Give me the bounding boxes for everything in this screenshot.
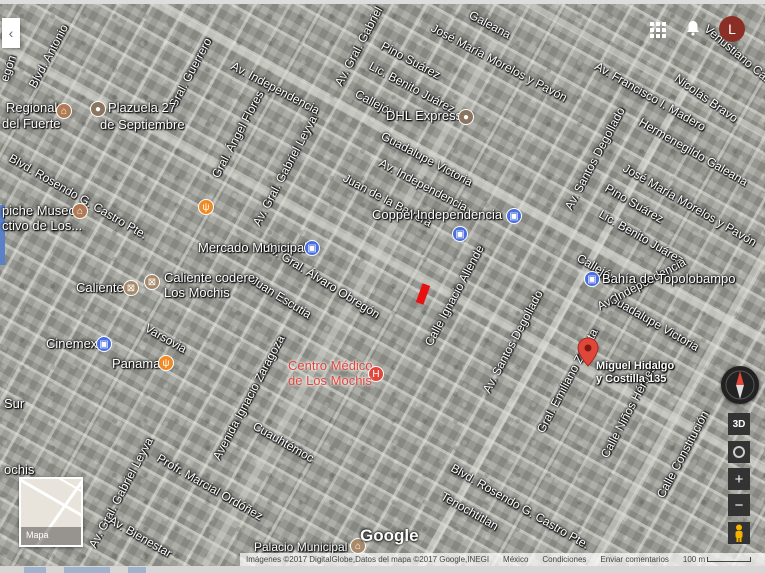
my-location-button[interactable]: [728, 441, 750, 463]
road: [0, 8, 765, 501]
notifications-bell-icon[interactable]: [686, 20, 700, 36]
zoom-out-button[interactable]: −: [728, 494, 750, 516]
place-label[interactable]: Palacio Municipal: [254, 540, 347, 554]
casino-icon[interactable]: ⊠: [144, 274, 160, 290]
place-label: de Los Mochis: [288, 373, 372, 388]
pegman-icon[interactable]: [728, 522, 750, 544]
shopping-icon[interactable]: ▣: [304, 240, 320, 256]
place-icon[interactable]: ●: [90, 101, 106, 117]
shopping-icon[interactable]: ▣: [584, 271, 600, 287]
terms-link[interactable]: Condiciones: [542, 555, 586, 564]
collapse-panel-button[interactable]: ‹: [2, 18, 20, 48]
place-label: de Septiembre: [100, 117, 185, 132]
place-label: ochis: [4, 462, 35, 477]
place-label[interactable]: Centro Médico: [288, 358, 373, 373]
place-label: del Fuerte: [2, 116, 61, 131]
restaurant-icon[interactable]: ψ: [158, 355, 174, 371]
apps-grid-icon[interactable]: [650, 22, 666, 38]
attribution-bar: Imágenes ©2017 DigitalGlobe,Datos del ma…: [240, 553, 765, 566]
street-label: Galeana: [466, 7, 514, 42]
museum-icon[interactable]: ⌂: [72, 203, 88, 219]
place-icon[interactable]: ●: [458, 109, 474, 125]
country-link[interactable]: México: [503, 555, 528, 564]
street-label: Gral. Ángel Flores: [208, 88, 267, 181]
zoom-in-button[interactable]: +: [728, 468, 750, 490]
place-label[interactable]: Panama: [112, 356, 160, 371]
street-label: egón: [0, 53, 19, 84]
user-avatar[interactable]: L: [719, 16, 745, 42]
cinema-icon[interactable]: ▣: [96, 336, 112, 352]
feedback-link[interactable]: Enviar comentarios: [600, 555, 668, 564]
restaurant-icon[interactable]: ψ: [198, 199, 214, 215]
location-target-icon: [733, 446, 745, 458]
shopping-icon[interactable]: ▣: [452, 226, 468, 242]
red-marker: [415, 283, 431, 305]
place-label[interactable]: Regional: [6, 100, 57, 115]
satellite-map[interactable]: Blvd. Antonio egón Gral. Guerrero Av. In…: [0, 0, 765, 573]
place-label[interactable]: Bahía de Topolobampo: [602, 271, 735, 286]
place-label[interactable]: DHL Express: [386, 108, 462, 123]
map-type-toggle[interactable]: Mapa: [19, 477, 83, 547]
shopping-icon[interactable]: ▣: [506, 208, 522, 224]
place-label: Sur: [4, 396, 25, 411]
map-type-label: Mapa: [21, 527, 81, 545]
place-label[interactable]: Coppel Independencia: [372, 207, 502, 222]
3d-toggle-button[interactable]: 3D: [728, 413, 750, 435]
place-label: Los Mochis: [164, 285, 230, 300]
street-label: Av. Bienestar: [106, 512, 175, 561]
place-label[interactable]: Mercado Municipal: [198, 240, 307, 255]
place-label: ctivo de Los...: [2, 218, 83, 233]
top-bar: [0, 0, 765, 4]
scale-indicator[interactable]: 100 m: [683, 555, 752, 564]
chevron-left-icon: ‹: [8, 25, 14, 41]
pin-label-line1: Miguel Hidalgo: [596, 360, 675, 372]
place-label[interactable]: Plazuela 27: [108, 100, 176, 115]
street-label: Juan Escutia: [248, 273, 314, 322]
google-logo: Google: [360, 526, 419, 545]
casino-icon[interactable]: ⊠: [123, 280, 139, 296]
place-label[interactable]: Cinemex: [46, 336, 97, 351]
place-label[interactable]: piche Museo: [2, 203, 76, 218]
pin-label-line2: y Costilla 135: [596, 373, 667, 385]
place-label[interactable]: Caliente: [76, 280, 124, 295]
imagery-credit: Imágenes ©2017 DigitalGlobe,Datos del ma…: [246, 555, 490, 564]
place-label[interactable]: Caliente codere: [164, 270, 255, 285]
street-label: Calle Ignacio Allende: [421, 242, 487, 349]
street-label: Varsovia: [142, 320, 190, 356]
compass-icon[interactable]: [721, 366, 759, 404]
taskbar: [0, 566, 765, 573]
